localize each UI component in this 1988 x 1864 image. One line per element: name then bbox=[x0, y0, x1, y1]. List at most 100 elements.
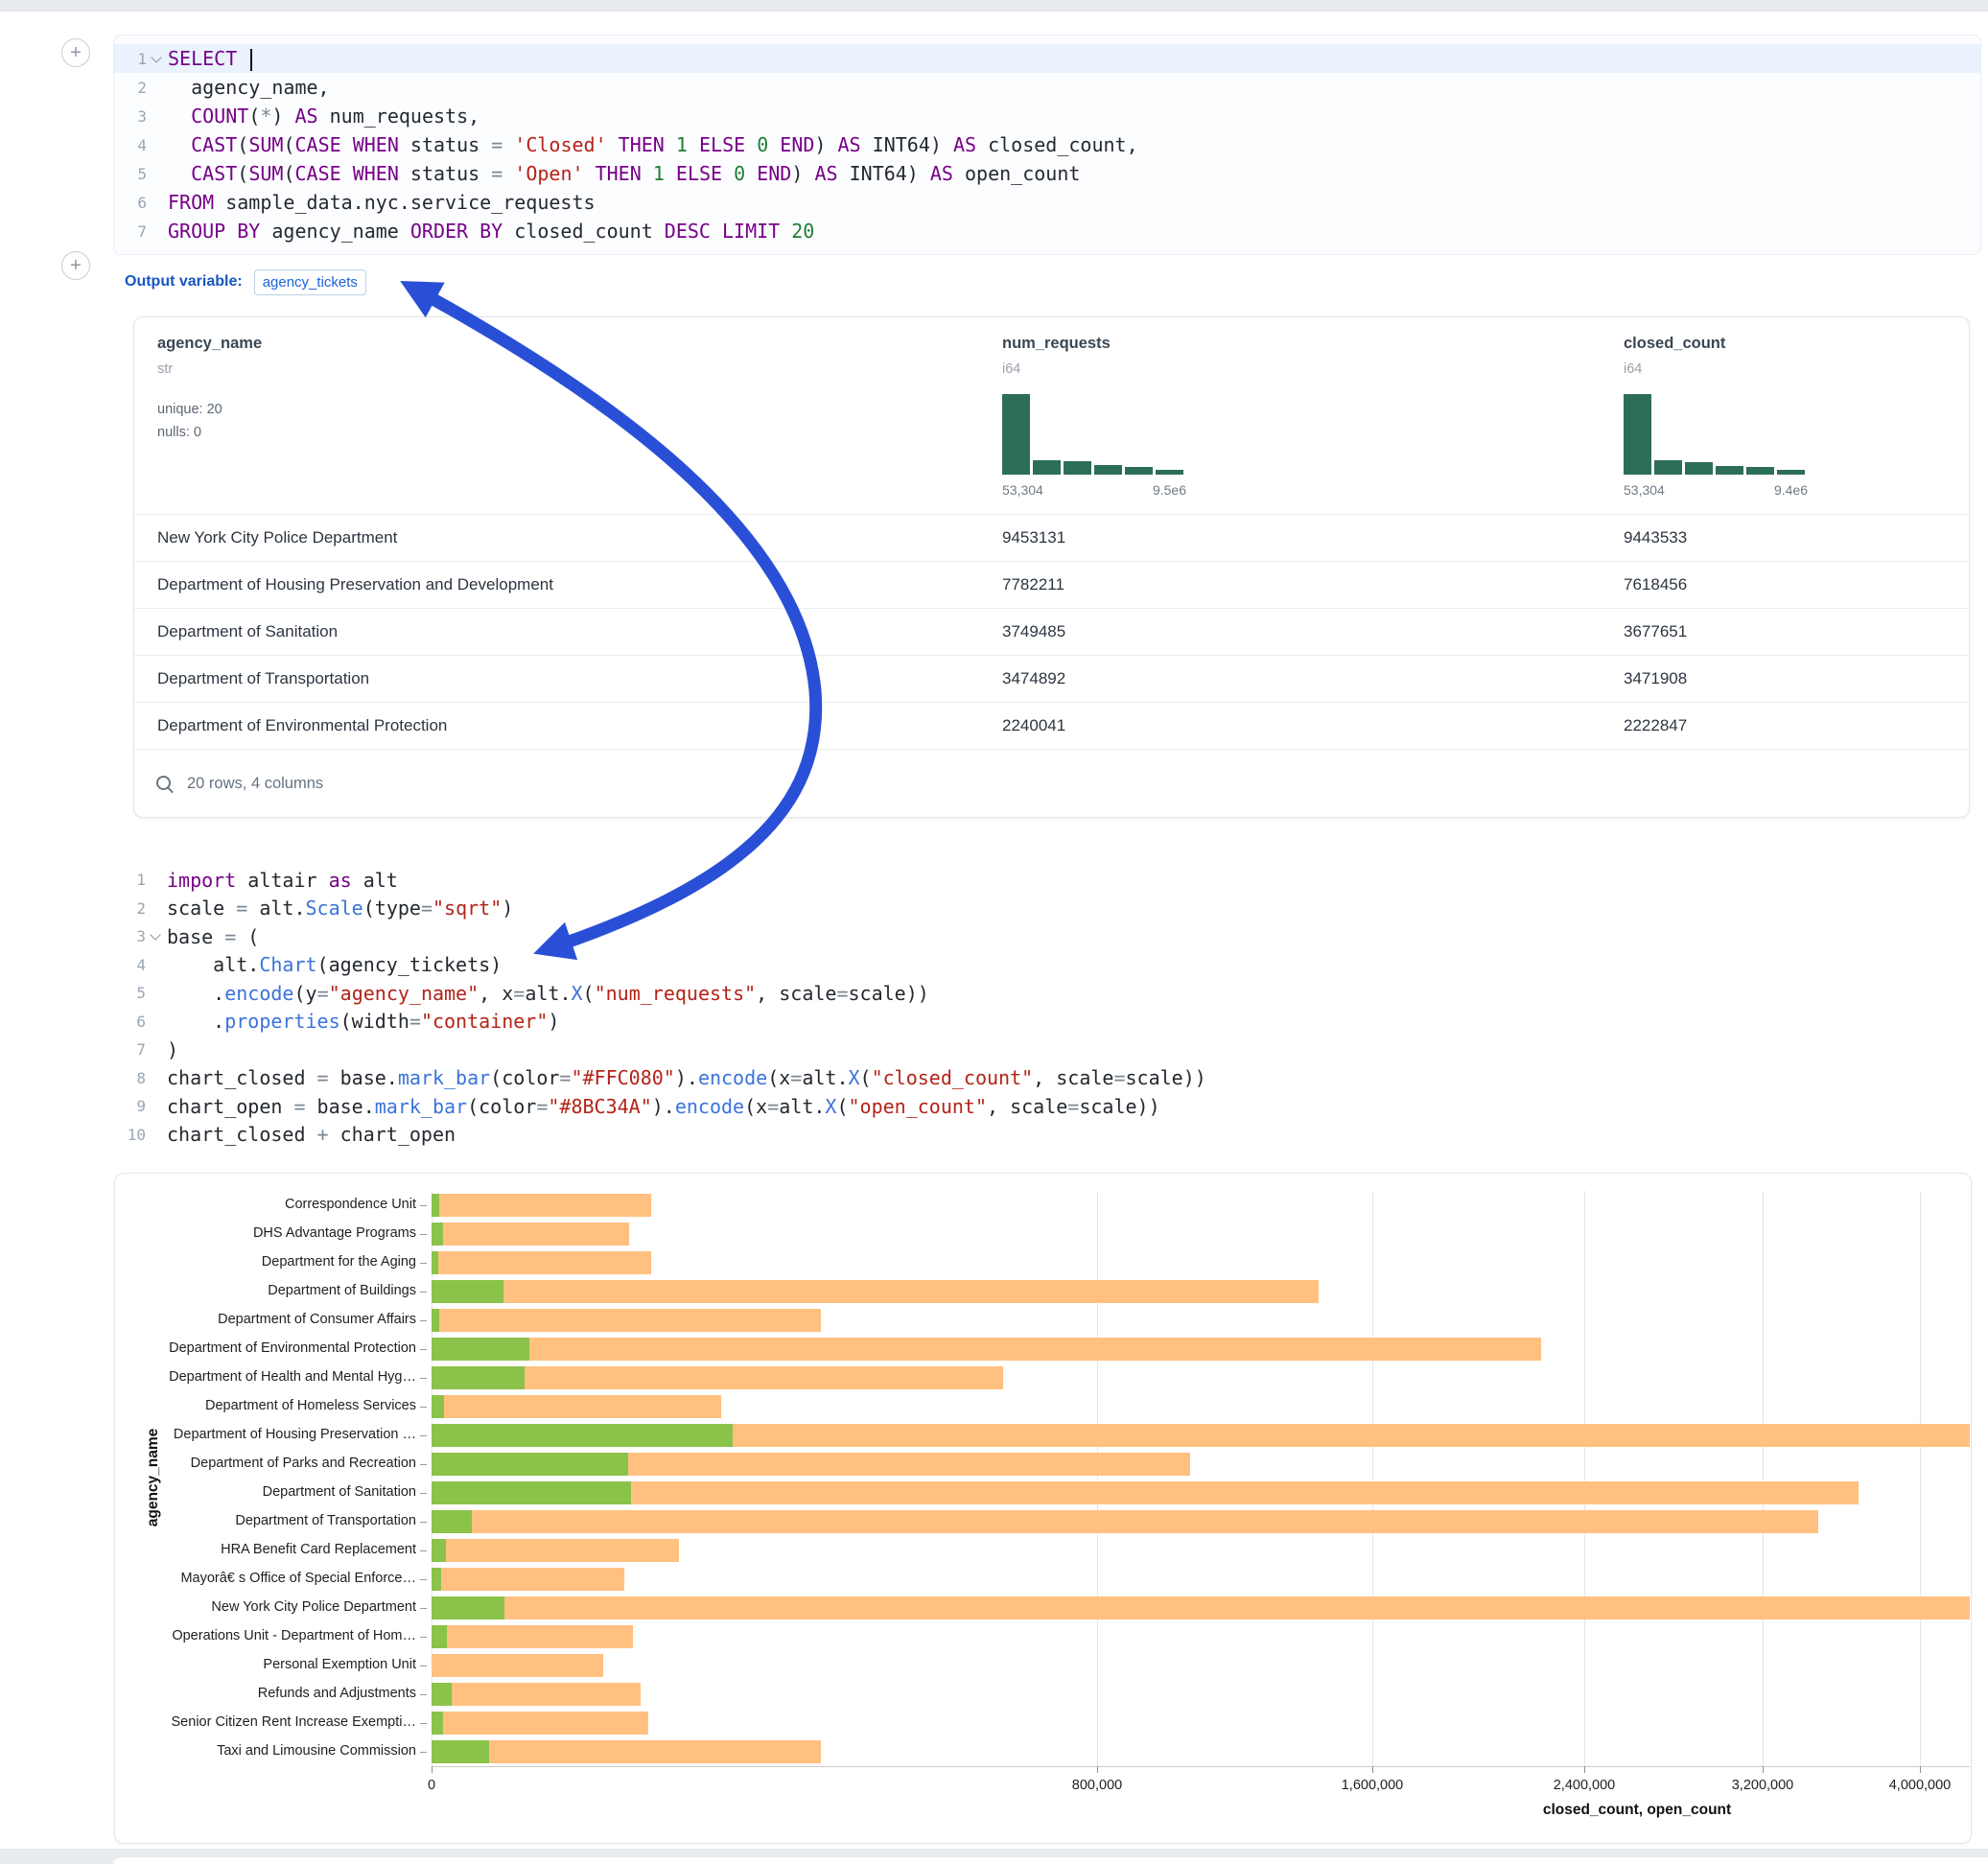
y-axis-tick bbox=[420, 1694, 427, 1695]
code-line[interactable]: 1import altair as alt bbox=[113, 866, 1981, 895]
table-cell: 9453131 bbox=[1002, 528, 1065, 548]
search-icon[interactable] bbox=[155, 775, 174, 793]
y-axis-title: agency_name bbox=[145, 1429, 162, 1527]
x-axis-tick bbox=[1763, 1766, 1764, 1773]
column-header-closed-count[interactable]: closed_count i64 53,304 9.4e6 bbox=[1624, 317, 1969, 514]
table-cell: Department of Environmental Protection bbox=[157, 716, 447, 735]
column-dtype: i64 bbox=[1624, 361, 1642, 377]
code-text: GROUP BY agency_name ORDER BY closed_cou… bbox=[166, 220, 814, 243]
code-line[interactable]: 1SELECT bbox=[114, 44, 1980, 73]
y-category-label: Personal Exemption Unit bbox=[115, 1657, 416, 1672]
gutter-spacer bbox=[146, 1121, 165, 1150]
code-line[interactable]: 6FROM sample_data.nyc.service_requests bbox=[114, 188, 1980, 217]
code-text: alt.Chart(agency_tickets) bbox=[165, 953, 502, 976]
code-text: chart_closed + chart_open bbox=[165, 1123, 456, 1146]
x-axis-title: closed_count, open_count bbox=[1543, 1802, 1731, 1819]
histogram-bar bbox=[1654, 460, 1682, 475]
code-line[interactable]: 6 .properties(width="container") bbox=[113, 1008, 1981, 1037]
column-histogram bbox=[1624, 394, 1808, 475]
gutter-spacer bbox=[146, 979, 165, 1008]
bar-closed-count bbox=[432, 1251, 651, 1274]
code-line[interactable]: 2 agency_name, bbox=[114, 73, 1980, 102]
x-axis-tick bbox=[1097, 1766, 1098, 1773]
histogram-range-labels: 53,304 9.4e6 bbox=[1624, 482, 1808, 498]
column-header-num-requests[interactable]: num_requests i64 53,304 9.5e6 bbox=[1002, 317, 1347, 514]
bar-open-count bbox=[432, 1539, 446, 1562]
column-name: agency_name bbox=[157, 335, 262, 353]
add-cell-button[interactable]: + bbox=[61, 251, 90, 280]
y-category-label: Department of Health and Mental Hyg… bbox=[115, 1369, 416, 1385]
column-dtype: i64 bbox=[1002, 361, 1020, 377]
y-category-label: New York City Police Department bbox=[115, 1599, 416, 1615]
table-cell: New York City Police Department bbox=[157, 528, 397, 548]
y-axis-tick bbox=[420, 1464, 427, 1465]
table-cell: 2222847 bbox=[1624, 716, 1687, 735]
collapse-caret-icon[interactable] bbox=[147, 44, 166, 73]
table-row[interactable]: Department of Housing Preservation and D… bbox=[134, 561, 1969, 608]
line-number: 1 bbox=[114, 50, 147, 68]
x-axis-tick bbox=[1372, 1766, 1373, 1773]
code-line[interactable]: 4 CAST(SUM(CASE WHEN status = 'Closed' T… bbox=[114, 130, 1980, 159]
code-text: scale = alt.Scale(type="sqrt") bbox=[165, 897, 513, 920]
x-tick-label: 4,000,000 bbox=[1889, 1778, 1952, 1793]
code-line[interactable]: 3base = ( bbox=[113, 922, 1981, 951]
y-axis-tick bbox=[420, 1263, 427, 1264]
sql-editor[interactable]: 1SELECT 2 agency_name,3 COUNT(*) AS num_… bbox=[113, 35, 1981, 255]
code-line[interactable]: 7) bbox=[113, 1036, 1981, 1064]
line-number: 2 bbox=[113, 899, 146, 918]
code-text: .encode(y="agency_name", x=alt.X("num_re… bbox=[165, 982, 929, 1005]
x-tick-label: 0 bbox=[428, 1778, 435, 1793]
code-line[interactable]: 4 alt.Chart(agency_tickets) bbox=[113, 951, 1981, 980]
bar-closed-count bbox=[432, 1194, 651, 1217]
code-line[interactable]: 7GROUP BY agency_name ORDER BY closed_co… bbox=[114, 217, 1980, 245]
y-axis-tick bbox=[420, 1349, 427, 1350]
column-header-agency-name[interactable]: agency_name str unique: 20 nulls: 0 bbox=[157, 317, 503, 514]
line-number: 7 bbox=[113, 1040, 146, 1059]
table-row[interactable]: Department of Environmental Protection 22… bbox=[134, 702, 1969, 749]
x-tick-label: 3,200,000 bbox=[1732, 1778, 1794, 1793]
bar-closed-count bbox=[432, 1568, 624, 1591]
line-number: 6 bbox=[113, 1013, 146, 1031]
code-line[interactable]: 5 CAST(SUM(CASE WHEN status = 'Open' THE… bbox=[114, 159, 1980, 188]
code-line[interactable]: 8chart_closed = base.mark_bar(color="#FF… bbox=[113, 1064, 1981, 1093]
histogram-bar bbox=[1125, 467, 1153, 475]
x-tick-label: 800,000 bbox=[1072, 1778, 1122, 1793]
bar-open-count bbox=[432, 1596, 504, 1619]
table-row[interactable]: Department of Sanitation37494853677651 bbox=[134, 608, 1969, 655]
add-cell-button[interactable]: + bbox=[61, 38, 90, 67]
x-axis-tick bbox=[1584, 1766, 1585, 1773]
code-text: ) bbox=[165, 1038, 178, 1061]
bar-closed-count bbox=[432, 1539, 679, 1562]
y-axis-tick bbox=[420, 1522, 427, 1523]
bar-open-count bbox=[432, 1251, 438, 1274]
code-line[interactable]: 2 scale = alt.Scale(type="sqrt") bbox=[113, 895, 1981, 923]
code-line[interactable]: 5 .encode(y="agency_name", x=alt.X("num_… bbox=[113, 979, 1981, 1008]
gutter-spacer bbox=[147, 73, 166, 102]
bar-closed-count bbox=[432, 1712, 648, 1735]
bar-open-count bbox=[432, 1309, 439, 1332]
y-category-label: Mayorâ€ s Office of Special Enforce… bbox=[115, 1571, 416, 1586]
code-line[interactable]: 10chart_closed + chart_open bbox=[113, 1121, 1981, 1150]
code-line[interactable]: 3 COUNT(*) AS num_requests, bbox=[114, 102, 1980, 130]
line-number: 5 bbox=[113, 984, 146, 1002]
histogram-bar bbox=[1624, 394, 1651, 475]
column-name: closed_count bbox=[1624, 335, 1725, 353]
gridline bbox=[1763, 1191, 1764, 1766]
y-category-label: DHS Advantage Programs bbox=[115, 1225, 416, 1241]
output-variable-chip[interactable]: agency_tickets bbox=[254, 269, 366, 295]
histogram-bar bbox=[1094, 465, 1122, 475]
chart-plot-area bbox=[432, 1191, 1970, 1766]
y-category-label: Department for the Aging bbox=[115, 1254, 416, 1270]
bar-open-count bbox=[432, 1280, 503, 1303]
code-line[interactable]: 9chart_open = base.mark_bar(color="#8BC3… bbox=[113, 1092, 1981, 1121]
y-category-label: Department of Homeless Services bbox=[115, 1398, 416, 1413]
python-editor[interactable]: 1import altair as alt 2 scale = alt.Scale(… bbox=[113, 866, 1981, 1149]
y-axis-tick bbox=[420, 1205, 427, 1206]
y-category-label: Taxi and Limousine Commission bbox=[115, 1743, 416, 1759]
histogram-bar bbox=[1777, 470, 1805, 475]
table-row[interactable]: Department of Transportation347489234719… bbox=[134, 655, 1969, 702]
collapse-caret-icon[interactable] bbox=[146, 922, 165, 951]
y-category-label: Department of Consumer Affairs bbox=[115, 1312, 416, 1327]
y-axis-tick bbox=[420, 1550, 427, 1551]
table-row[interactable]: New York City Police Department945313194… bbox=[134, 514, 1969, 561]
